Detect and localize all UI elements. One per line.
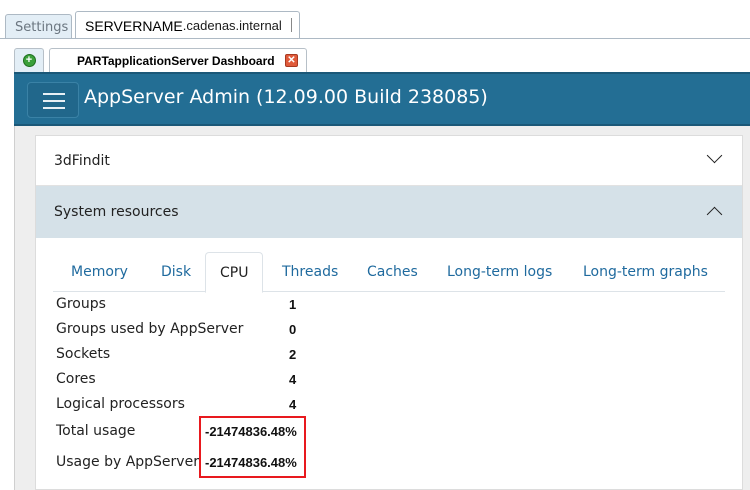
menu-button[interactable] <box>27 82 79 118</box>
tab-cpu[interactable]: CPU <box>205 252 264 293</box>
app-header: AppServer Admin (12.09.00 Build 238085) <box>14 72 750 126</box>
cpu-label-groups-used: Groups used by AppServer <box>56 321 244 337</box>
cpu-label-total-usage: Total usage <box>56 423 136 439</box>
cpu-label-groups: Groups <box>56 296 106 312</box>
add-tab-button[interactable]: + <box>14 48 44 72</box>
server-domain: .cadenas.internal <box>182 18 282 33</box>
cpu-value-groups: 1 <box>289 297 297 312</box>
tab-dashboard[interactable]: PARTapplicationServer Dashboard ✕ <box>49 48 307 72</box>
tab-settings[interactable]: Settings <box>5 14 72 39</box>
cpu-label-sockets: Sockets <box>56 346 111 362</box>
tab-memory[interactable]: Memory <box>57 252 142 292</box>
tab-threads[interactable]: Threads <box>268 252 352 292</box>
text-cursor <box>291 18 292 32</box>
resource-tabs: Memory Disk CPU Threads Caches Long-term… <box>53 252 725 293</box>
plus-icon: + <box>22 54 36 67</box>
tab-long-term-logs[interactable]: Long-term logs <box>433 252 566 292</box>
page-title: AppServer Admin (12.09.00 Build 238085) <box>84 86 488 108</box>
cpu-value-cores: 4 <box>289 372 297 387</box>
accordion-label: 3dFindit <box>54 152 110 169</box>
highlight-box <box>199 416 306 478</box>
cpu-label-cores: Cores <box>56 371 96 387</box>
tab-divider <box>0 38 750 39</box>
cpu-value-sockets: 2 <box>289 347 297 362</box>
close-icon[interactable]: ✕ <box>285 54 298 67</box>
cpu-value-logical: 4 <box>289 397 297 412</box>
accordion-3dfindit[interactable]: 3dFindit <box>36 136 742 186</box>
accordion-system-resources[interactable]: System resources <box>36 186 742 238</box>
tab-label: Settings <box>15 19 69 35</box>
tab-long-term-graphs[interactable]: Long-term graphs <box>569 252 722 292</box>
server-host: SERVERNAME <box>85 17 183 34</box>
chevron-up-icon <box>706 206 723 223</box>
accordion-label: System resources <box>54 204 179 220</box>
tab-caches[interactable]: Caches <box>353 252 432 292</box>
chevron-down-icon <box>706 147 723 164</box>
tab-label: PARTapplicationServer Dashboard <box>77 53 275 68</box>
main-panel: 3dFindit System resources Memory Disk CP… <box>35 135 743 490</box>
cpu-label-appserver-usage: Usage by AppServer <box>56 454 199 470</box>
cpu-value-groups-used: 0 <box>289 322 297 337</box>
tab-disk[interactable]: Disk <box>147 252 205 292</box>
cpu-label-logical: Logical processors <box>56 396 185 412</box>
tab-server[interactable]: SERVERNAME .cadenas.internal <box>75 11 300 39</box>
